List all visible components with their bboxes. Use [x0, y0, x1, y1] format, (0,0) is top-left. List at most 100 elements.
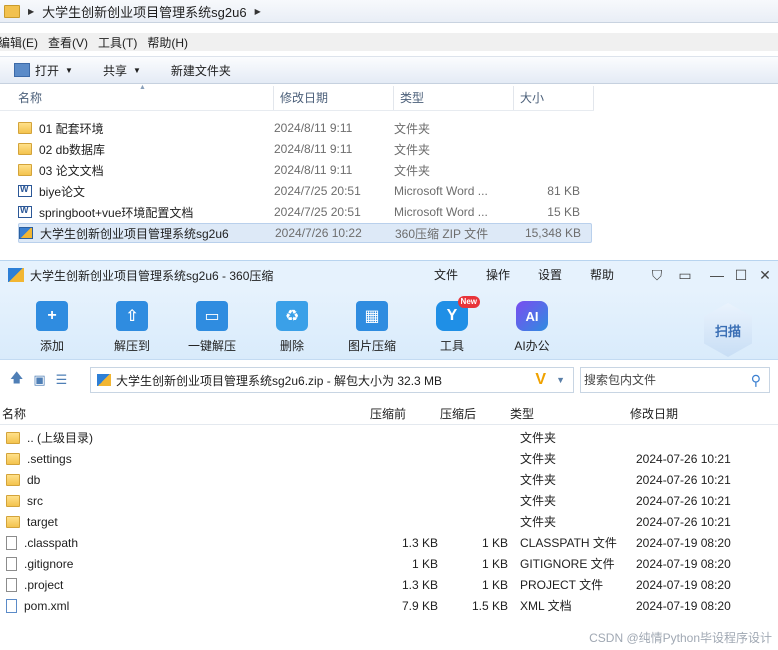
address-bar[interactable]: ▶ 大学生创新创业项目管理系统sg2u6 ▶ [0, 0, 778, 23]
table-row[interactable]: .gitignore 1 KB 1 KB GITIGNORE 文件 2024-07-19… [0, 553, 778, 574]
zcol-date[interactable]: 修改日期 [630, 405, 760, 422]
col-name[interactable]: 名称 [0, 86, 274, 110]
table-row[interactable]: db 文件夹 2024-07-26 10:21 [0, 469, 778, 490]
feedback-icon[interactable]: ▭ [676, 266, 694, 284]
zip-file-type: CLASSPATH 文件 [520, 536, 617, 550]
open-label: 打开 [35, 63, 60, 78]
file-name: 01 配套环境 [39, 121, 104, 136]
shirt-icon[interactable]: ⛉ [648, 266, 666, 284]
extract-to-icon: ⇧ [116, 301, 148, 331]
file-name-cell: 01 配套环境 [18, 120, 274, 137]
zip-file-name: db [27, 472, 41, 487]
word-icon [18, 205, 32, 218]
list-item[interactable]: 01 配套环境 2024/8/11 9:11 文件夹 [18, 118, 592, 138]
image-compress-icon: ▦ [356, 301, 388, 331]
watermark: CSDN @纯情Python毕设程序设计 [589, 631, 772, 645]
search-input[interactable] [581, 372, 751, 388]
folder-icon [18, 164, 32, 176]
zip-file-date: 2024-07-26 10:21 [636, 514, 731, 529]
zip-file-date: 2024-07-26 10:21 [636, 493, 731, 508]
open-button[interactable]: 打开 ▼ [14, 62, 73, 79]
one-click-extract-button[interactable]: ▭ 一键解压 [180, 297, 244, 354]
table-row[interactable]: src 文件夹 2024-07-26 10:21 [0, 490, 778, 511]
zip-file-date: 2024-07-19 08:20 [636, 598, 731, 613]
table-row[interactable]: pom.xml 7.9 KB 1.5 KB XML 文档 2024-07-19 08:2… [0, 595, 778, 616]
zip-file-type: 文件夹 [520, 494, 557, 508]
file-name: springboot+vue环境配置文档 [39, 205, 194, 220]
new-badge: New [457, 296, 480, 308]
delete-button[interactable]: ♻ 删除 [260, 297, 324, 354]
table-row[interactable]: target 文件夹 2024-07-26 10:21 [0, 511, 778, 532]
file-type: Microsoft Word ... [394, 184, 488, 198]
zip-menu-action[interactable]: 操作 [486, 261, 510, 289]
file-date: 2024/7/25 20:51 [274, 205, 361, 219]
zip-file-name: .settings [27, 451, 72, 466]
share-label: 共享 [102, 63, 127, 78]
ai-office-button[interactable]: AI AI办公 [500, 297, 564, 354]
table-row[interactable]: .. (上级目录) 文件夹 [0, 427, 778, 448]
zip-name-cell: .settings [0, 452, 370, 466]
zcol-name[interactable]: 名称 [0, 405, 370, 422]
delete-label: 删除 [279, 339, 304, 353]
table-row[interactable]: .project 1.3 KB 1 KB PROJECT 文件 2024-07-19 0… [0, 574, 778, 595]
new-folder-button[interactable]: 新建文件夹 [171, 62, 231, 79]
col-date[interactable]: 修改日期 [274, 86, 394, 110]
menu-tools[interactable]: 工具(T) [98, 34, 137, 51]
list-item[interactable]: 02 db数据库 2024/8/11 9:11 文件夹 [18, 139, 592, 159]
extract-to-button[interactable]: ⇧ 解压到 [100, 297, 164, 354]
zip-menu-file[interactable]: 文件 [434, 261, 458, 289]
list-item[interactable]: biye论文 2024/7/25 20:51 Microsoft Word ... 8… [18, 181, 592, 201]
menu-edit[interactable]: 编辑(E) [0, 34, 38, 51]
zip-file-date: 2024-07-19 08:20 [636, 577, 731, 592]
file-size: 15 KB [547, 205, 580, 219]
col-type[interactable]: 类型 [394, 86, 514, 110]
extract-to-label: 解压到 [113, 339, 150, 353]
zip-file-date: 2024-07-19 08:20 [636, 556, 731, 571]
zip-file-name: .classpath [24, 535, 79, 550]
scan-button[interactable]: 扫描 [704, 303, 752, 357]
maximize-icon[interactable]: ☐ [732, 266, 750, 284]
zip-name-cell: .. (上级目录) [0, 429, 370, 446]
file-name: biye论文 [39, 184, 86, 199]
zip-file-type: XML 文档 [520, 599, 572, 613]
chevron-right-icon[interactable]: ▶ [28, 7, 34, 16]
zip-path-box[interactable]: 大学生创新创业项目管理系统sg2u6.zip - 解包大小为 32.3 MB V… [90, 367, 574, 393]
address-path[interactable]: 大学生创新创业项目管理系统sg2u6 [42, 2, 246, 21]
table-row[interactable]: .settings 文件夹 2024-07-26 10:21 [0, 448, 778, 469]
tools-button[interactable]: Y New 工具 [420, 296, 484, 354]
list-item[interactable]: 大学生创新创业项目管理系统sg2u6 2024/7/26 10:22 360压缩 Z… [18, 223, 592, 243]
list-item[interactable]: springboot+vue环境配置文档 2024/7/25 20:51 Micro… [18, 202, 592, 222]
thumbnail-view-icon[interactable]: ▣ [33, 372, 45, 388]
dropdown-arrow-icon[interactable]: ▼ [556, 375, 565, 385]
zcol-after[interactable]: 压缩后 [440, 405, 510, 422]
up-arrow-icon[interactable]: 🡅 [10, 369, 23, 391]
search-box[interactable]: ⚲ [580, 367, 770, 393]
v-logo-icon[interactable]: V [535, 371, 546, 389]
list-view-icon[interactable]: ☰ [56, 372, 68, 388]
image-compress-button[interactable]: ▦ 图片压缩 [340, 297, 404, 354]
menu-help[interactable]: 帮助(H) [147, 34, 188, 51]
file-name-cell: 03 论文文档 [18, 162, 274, 179]
zcol-before[interactable]: 压缩前 [370, 405, 440, 422]
zip-nav-bar: 🡅 ▣ ☰ 大学生创新创业项目管理系统sg2u6.zip - 解包大小为 32.… [0, 363, 778, 397]
close-icon[interactable]: ✕ [756, 266, 774, 284]
file-date: 2024/8/11 9:11 [274, 142, 353, 156]
share-button[interactable]: 共享 ▼ [103, 62, 141, 79]
folder-icon [6, 515, 20, 528]
minimize-icon[interactable]: — [708, 266, 726, 284]
zip-file-date: 2024-07-26 10:21 [636, 451, 731, 466]
zip-menu-settings[interactable]: 设置 [538, 261, 562, 289]
zip-path-text: 大学生创新创业项目管理系统sg2u6.zip - 解包大小为 32.3 MB [116, 373, 443, 388]
menu-view[interactable]: 查看(V) [48, 34, 88, 51]
search-icon[interactable]: ⚲ [751, 372, 761, 389]
zip-toolbar: + 添加 ⇧ 解压到 ▭ 一键解压 ♻ 删除 ▦ 图片压缩 Y New 工具 A… [0, 289, 778, 360]
new-folder-label: 新建文件夹 [170, 63, 231, 78]
add-button[interactable]: + 添加 [20, 297, 84, 354]
zcol-type[interactable]: 类型 [510, 405, 630, 422]
table-row[interactable]: .classpath 1.3 KB 1 KB CLASSPATH 文件 2024-07-… [0, 532, 778, 553]
zip-size-before: 7.9 KB [401, 598, 438, 613]
list-item[interactable]: 03 论文文档 2024/8/11 9:11 文件夹 [18, 160, 592, 180]
chevron-right-icon[interactable]: ▶ [255, 7, 261, 16]
col-size[interactable]: 大小 [514, 86, 594, 110]
zip-menu-help[interactable]: 帮助 [590, 261, 614, 289]
